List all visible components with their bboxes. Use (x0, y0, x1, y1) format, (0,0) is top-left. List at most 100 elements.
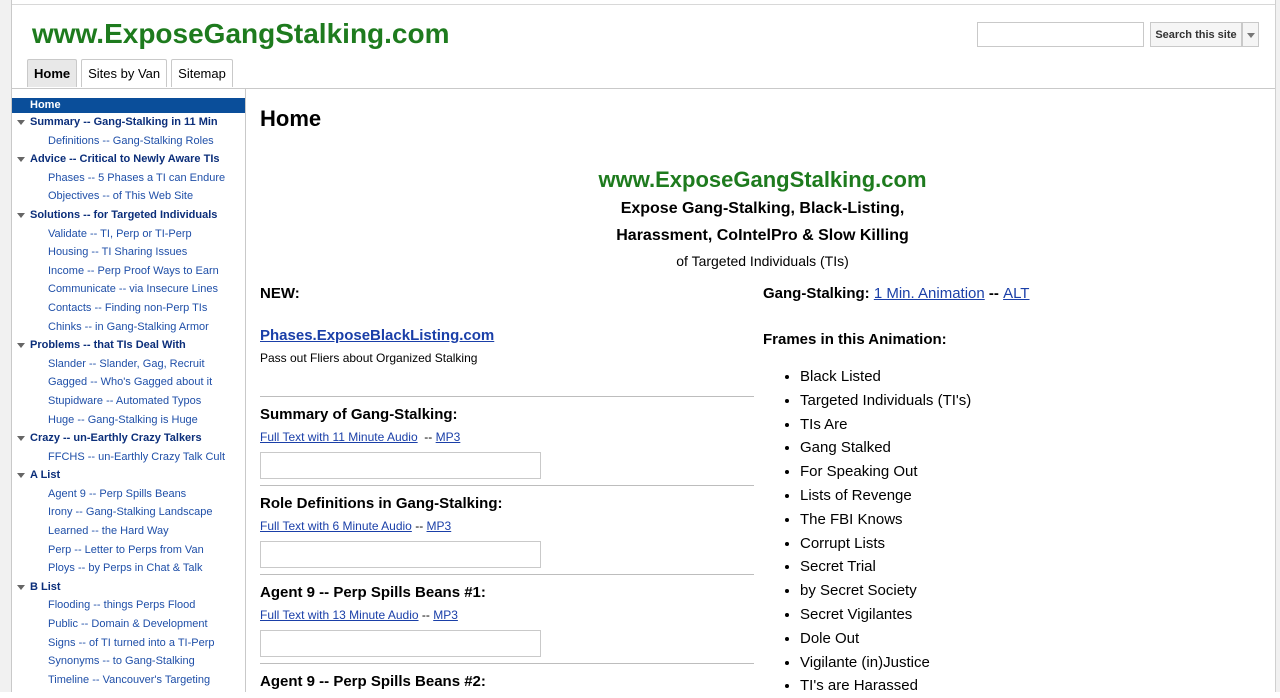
full-text-link[interactable]: Full Text with 11 Minute Audio (260, 430, 418, 444)
sidebar-item[interactable]: Public -- Domain & Development (12, 615, 245, 634)
left-column: NEW: Phases.ExposeBlackListing.com Pass … (260, 285, 754, 690)
frame-list-item: Black Listed (800, 365, 971, 389)
frame-list-item: Secret Vigilantes (800, 603, 971, 627)
sidebar-item[interactable]: Agent 9 -- Perp Spills Beans (12, 485, 245, 504)
collapse-triangle-icon[interactable] (17, 120, 25, 125)
page-title: Home (260, 106, 322, 131)
site-title-link[interactable]: www.ExposeGangStalking.com (32, 18, 450, 50)
section-title: Agent 9 -- Perp Spills Beans #1: (260, 584, 486, 601)
tab-home[interactable]: Home (27, 59, 78, 87)
sidebar-item[interactable]: FFCHS -- un-Earthly Crazy Talk Cult (12, 448, 245, 467)
collapse-triangle-icon[interactable] (17, 212, 25, 218)
frame-list-item: Corrupt Lists (800, 532, 971, 556)
sidebar-item-home[interactable]: Home (12, 98, 245, 113)
frame-list-item: by Secret Society (800, 579, 971, 603)
sidebar-item[interactable]: Irony -- Gang-Stalking Landscape (12, 503, 245, 522)
sidebar-item[interactable]: Phases -- 5 Phases a TI can Endure (12, 169, 245, 188)
section-title: Agent 9 -- Perp Spills Beans #2: (260, 673, 486, 690)
frame-list-item: For Speaking Out (800, 460, 971, 484)
tab-sites-by-van[interactable]: Sites by Van (81, 59, 168, 87)
sidebar-item[interactable]: Chinks -- in Gang-Stalking Armor (12, 318, 245, 337)
sidebar-group[interactable]: Problems -- that TIs Deal With (12, 336, 245, 355)
sidebar-item[interactable]: Gagged -- Who's Gagged about it (12, 373, 245, 392)
mp3-link[interactable]: MP3 (436, 430, 461, 444)
sidebar-item[interactable]: Definitions -- Gang-Stalking Roles (12, 132, 245, 151)
sidebar-item[interactable]: Communicate -- via Insecure Lines (12, 280, 245, 299)
tab-sitemap[interactable]: Sitemap (171, 59, 233, 87)
sidebar-group[interactable]: B List (12, 578, 245, 597)
divider (260, 396, 754, 397)
mp3-link[interactable]: MP3 (433, 608, 458, 622)
audio-player[interactable] (260, 541, 541, 568)
sidebar-item[interactable]: Huge -- Gang-Stalking is Huge (12, 411, 245, 430)
collapse-triangle-icon[interactable] (17, 584, 25, 590)
section-title: Summary of Gang-Stalking: (260, 406, 458, 423)
sidebar-group-label: A List (30, 469, 61, 482)
right-column: Gang-Stalking: 1 Min. Animation -- ALT F… (763, 285, 1263, 694)
frame-list-item: Targeted Individuals (TI's) (800, 389, 971, 413)
sidebar-group[interactable]: Summary -- Gang-Stalking in 11 Min (12, 113, 245, 132)
search-button[interactable]: Search this site (1150, 22, 1242, 47)
intro-line-3: of Targeted Individuals (TIs) (676, 253, 849, 269)
phases-link[interactable]: Phases.ExposeBlackListing.com (260, 327, 494, 344)
collapse-triangle-icon[interactable] (17, 343, 25, 349)
link-separator: -- (417, 430, 436, 444)
full-text-link[interactable]: Full Text with 13 Minute Audio (260, 608, 419, 622)
divider (260, 663, 754, 664)
sidebar-group[interactable]: Advice -- Critical to Newly Aware TIs (12, 150, 245, 169)
sidebar-item[interactable]: Flooding -- things Perps Flood (12, 596, 245, 615)
site-header: www.ExposeGangStalking.com Home Sites by… (12, 5, 1275, 89)
sidebar-item[interactable]: Income -- Perp Proof Ways to Earn (12, 262, 245, 281)
frame-list-item: Gang Stalked (800, 436, 971, 460)
sidebar-item[interactable]: Learned -- the Hard Way (12, 522, 245, 541)
collapse-triangle-icon[interactable] (17, 473, 25, 479)
animation-link[interactable]: 1 Min. Animation (874, 285, 985, 302)
frame-list-item: Secret Trial (800, 555, 971, 579)
search-input[interactable] (977, 22, 1144, 47)
right-scrollbar[interactable] (1275, 0, 1280, 692)
sidebar-item[interactable]: Housing -- TI Sharing Issues (12, 243, 245, 262)
sidebar-item[interactable]: Timeline -- Vancouver's Targeting (12, 671, 245, 690)
collapse-triangle-icon[interactable] (17, 157, 25, 163)
chevron-down-icon (1247, 33, 1255, 38)
section-links: Full Text with 13 Minute Audio -- MP3 (260, 608, 458, 622)
sidebar-group-label: Crazy -- un-Earthly Crazy Talkers (30, 432, 202, 445)
collapse-triangle-icon[interactable] (17, 436, 25, 442)
sidebar-item[interactable]: Ploys -- by Perps in Chat & Talk (12, 559, 245, 578)
sidebar-nav: Home Summary -- Gang-Stalking in 11 Min D… (12, 98, 245, 692)
sidebar-item[interactable]: Objectives -- of This Web Site (12, 187, 245, 206)
link-separator: -- (988, 285, 999, 302)
sidebar-item[interactable]: Stupidware -- Automated Typos (12, 392, 245, 411)
sidebar-item[interactable]: Synonyms -- to Gang-Stalking (12, 652, 245, 671)
divider (260, 485, 754, 486)
sidebar-divider (245, 88, 246, 692)
audio-player[interactable] (260, 452, 541, 479)
audio-player[interactable] (260, 630, 541, 657)
gang-stalking-animation-line: Gang-Stalking: 1 Min. Animation -- ALT (763, 285, 1263, 302)
sidebar-group-label: Advice -- Critical to Newly Aware TIs (30, 153, 220, 166)
sidebar-group[interactable]: A List (12, 466, 245, 485)
link-separator: -- (418, 608, 434, 622)
section-links: Full Text with 11 Minute Audio -- MP3 (260, 430, 460, 444)
mp3-link[interactable]: MP3 (427, 519, 452, 533)
sidebar-item[interactable]: Slander -- Slander, Gag, Recruit (12, 355, 245, 374)
sidebar-item[interactable]: Signs -- of TI turned into a TI-Perp (12, 634, 245, 653)
sidebar-group-label: Solutions -- for Targeted Individuals (30, 208, 218, 221)
sidebar-item[interactable]: Contacts -- Finding non-Perp TIs (12, 299, 245, 318)
main-content: Home www.ExposeGangStalking.com Expose G… (260, 88, 1270, 694)
frame-list-item: Vigilante (in)Justice (800, 651, 971, 675)
section-title: Role Definitions in Gang-Stalking: (260, 495, 503, 512)
intro-line-2: Harassment, CoIntelPro & Slow Killing (616, 227, 909, 244)
phases-description: Pass out Fliers about Organized Stalking (260, 351, 478, 365)
link-separator: -- (411, 519, 427, 533)
alt-link[interactable]: ALT (1003, 285, 1029, 302)
search-options-dropdown[interactable] (1242, 22, 1259, 47)
sidebar-item[interactable]: Perp -- Letter to Perps from Van (12, 541, 245, 560)
sidebar-group[interactable]: Solutions -- for Targeted Individuals (12, 206, 245, 225)
frame-list-item: TIs Are (800, 413, 971, 437)
sidebar-group[interactable]: Crazy -- un-Earthly Crazy Talkers (12, 429, 245, 448)
full-text-link[interactable]: Full Text with 6 Minute Audio (260, 519, 412, 533)
sidebar-item[interactable]: Validate -- TI, Perp or TI-Perp (12, 225, 245, 244)
sidebar-group-label: Summary -- Gang-Stalking in 11 Min (30, 116, 218, 128)
frames-list: Black ListedTargeted Individuals (TI's)T… (763, 365, 971, 698)
